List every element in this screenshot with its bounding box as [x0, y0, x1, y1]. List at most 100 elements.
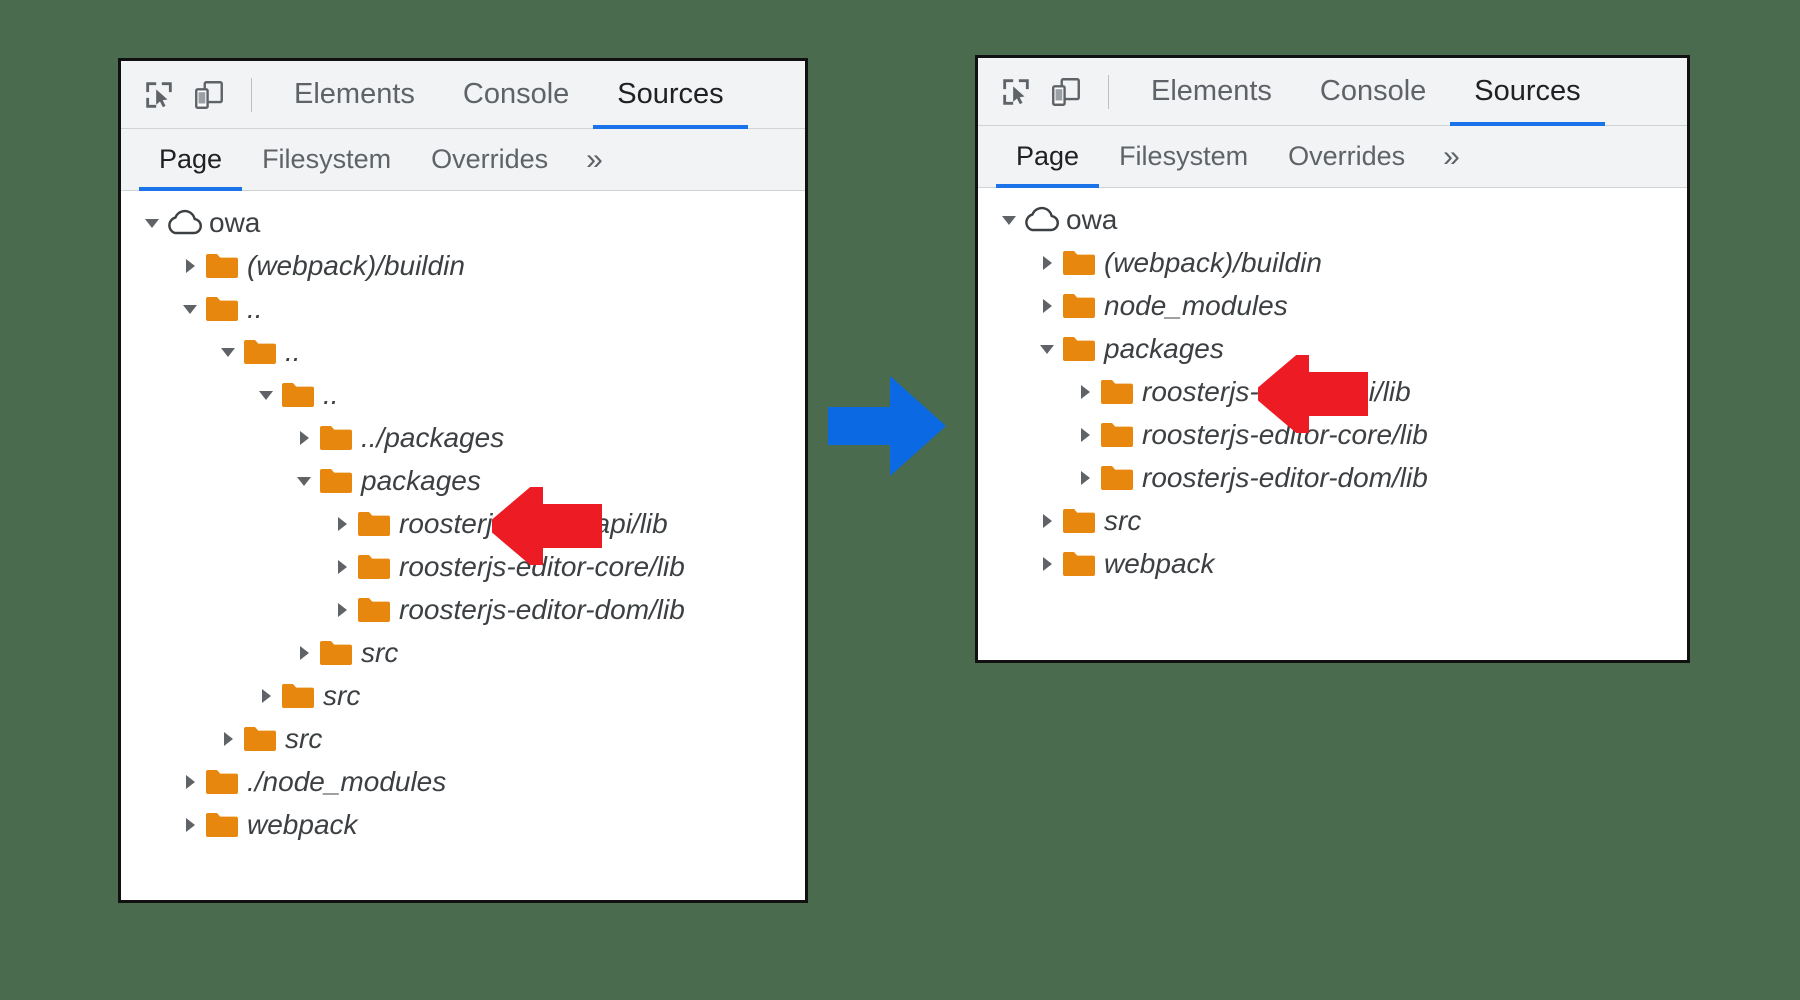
more-tabs-chevron-icon[interactable]: »: [1425, 126, 1478, 187]
tree-row[interactable]: ..: [121, 373, 805, 416]
folder-icon: [1060, 292, 1098, 320]
tree-row-label: webpack: [247, 809, 358, 841]
triangle-right-icon[interactable]: [1034, 297, 1060, 315]
tree-row[interactable]: src: [121, 674, 805, 717]
triangle-right-icon[interactable]: [291, 644, 317, 662]
triangle-down-icon[interactable]: [139, 214, 165, 232]
inspect-cursor-icon[interactable]: [996, 72, 1036, 112]
tab-sources[interactable]: Sources: [1450, 58, 1604, 125]
tree-row[interactable]: owa: [978, 198, 1687, 241]
tree-row[interactable]: src: [978, 499, 1687, 542]
triangle-down-icon[interactable]: [996, 211, 1022, 229]
folder-icon: [279, 682, 317, 710]
triangle-right-icon[interactable]: [177, 816, 203, 834]
triangle-down-icon[interactable]: [291, 472, 317, 490]
subtab-overrides[interactable]: Overrides: [411, 129, 568, 190]
triangle-down-icon[interactable]: [177, 300, 203, 318]
tree-row-label: src: [285, 723, 322, 755]
folder-icon: [1060, 550, 1098, 578]
triangle-right-icon[interactable]: [177, 257, 203, 275]
triangle-right-icon[interactable]: [1034, 555, 1060, 573]
tree-row[interactable]: roosterjs-editor-core/lib: [121, 545, 805, 588]
subtab-page[interactable]: Page: [139, 129, 242, 190]
tree-row[interactable]: (webpack)/buildin: [121, 244, 805, 287]
tree-row-label: packages: [361, 465, 481, 497]
tree-row[interactable]: roosterjs-editor-dom/lib: [121, 588, 805, 631]
tree-row[interactable]: ..: [121, 330, 805, 373]
devtools-panel-after: Elements Console Sources Page Filesystem…: [975, 55, 1690, 663]
devtools-tab-list: Elements Console Sources: [1127, 58, 1605, 125]
triangle-right-icon[interactable]: [1034, 254, 1060, 272]
triangle-down-icon[interactable]: [215, 343, 241, 361]
tab-console[interactable]: Console: [439, 61, 593, 128]
tree-row-label: packages: [1104, 333, 1224, 365]
tree-row[interactable]: webpack: [121, 803, 805, 846]
device-toolbar-icon[interactable]: [1046, 72, 1086, 112]
folder-icon: [1098, 378, 1136, 406]
subtab-filesystem[interactable]: Filesystem: [1099, 126, 1268, 187]
tab-elements[interactable]: Elements: [1127, 58, 1296, 125]
folder-icon: [317, 639, 355, 667]
devtools-panel-before: Elements Console Sources Page Filesystem…: [118, 58, 808, 903]
subtab-filesystem[interactable]: Filesystem: [242, 129, 411, 190]
tree-row[interactable]: roosterjs-editor-api/lib: [978, 370, 1687, 413]
tree-row[interactable]: ./node_modules: [121, 760, 805, 803]
triangle-right-icon[interactable]: [1072, 383, 1098, 401]
device-toolbar-icon[interactable]: [189, 75, 229, 115]
triangle-right-icon[interactable]: [1072, 469, 1098, 487]
tree-row[interactable]: packages: [121, 459, 805, 502]
triangle-right-icon[interactable]: [215, 730, 241, 748]
more-tabs-chevron-icon[interactable]: »: [568, 129, 621, 190]
triangle-right-icon[interactable]: [1034, 512, 1060, 530]
folder-icon: [317, 467, 355, 495]
triangle-right-icon[interactable]: [329, 601, 355, 619]
triangle-right-icon[interactable]: [329, 515, 355, 533]
tree-row-label: owa: [1066, 204, 1117, 236]
triangle-right-icon[interactable]: [329, 558, 355, 576]
triangle-right-icon[interactable]: [177, 773, 203, 791]
tree-row[interactable]: packages: [978, 327, 1687, 370]
folder-icon: [1060, 335, 1098, 363]
inspect-cursor-icon[interactable]: [139, 75, 179, 115]
folder-icon: [1060, 507, 1098, 535]
tree-row[interactable]: ..: [121, 287, 805, 330]
triangle-right-icon[interactable]: [1072, 426, 1098, 444]
tree-row[interactable]: ../packages: [121, 416, 805, 459]
tree-row[interactable]: webpack: [978, 542, 1687, 585]
tree-row-label: roosterjs-editor-dom/lib: [1142, 462, 1428, 494]
tree-row-label: src: [1104, 505, 1141, 537]
triangle-right-icon[interactable]: [253, 687, 279, 705]
tree-row[interactable]: roosterjs-editor-core/lib: [978, 413, 1687, 456]
triangle-down-icon[interactable]: [1034, 340, 1060, 358]
tree-row[interactable]: src: [121, 631, 805, 674]
tree-row-label: node_modules: [1104, 290, 1288, 322]
tree-row[interactable]: (webpack)/buildin: [978, 241, 1687, 284]
tree-row-label: (webpack)/buildin: [247, 250, 465, 282]
tab-elements[interactable]: Elements: [270, 61, 439, 128]
tree-row[interactable]: src: [121, 717, 805, 760]
tree-row[interactable]: roosterjs-editor-dom/lib: [978, 456, 1687, 499]
folder-icon: [1098, 421, 1136, 449]
tree-row[interactable]: roosterjs-editor-api/lib: [121, 502, 805, 545]
tree-row-label: owa: [209, 207, 260, 239]
subtab-overrides[interactable]: Overrides: [1268, 126, 1425, 187]
subtab-page[interactable]: Page: [996, 126, 1099, 187]
triangle-right-icon[interactable]: [291, 429, 317, 447]
devtools-tab-list: Elements Console Sources: [270, 61, 748, 128]
tree-row-label: roosterjs-editor-core/lib: [399, 551, 685, 583]
tree-row[interactable]: owa: [121, 201, 805, 244]
file-tree-after: owa (webpack)/buildin node_modules packages…: [978, 188, 1687, 660]
folder-icon: [355, 596, 393, 624]
tab-console[interactable]: Console: [1296, 58, 1450, 125]
toolbar-divider: [1108, 75, 1109, 109]
tree-row-label: roosterjs-editor-core/lib: [1142, 419, 1428, 451]
file-tree-before: owa(webpack)/buildin......../packagespac…: [121, 191, 805, 900]
screenshot-stage: Elements Console Sources Page Filesystem…: [0, 0, 1800, 1000]
tree-row-label: ..: [285, 336, 301, 368]
tree-row[interactable]: node_modules: [978, 284, 1687, 327]
sources-navigator-tabs: Page Filesystem Overrides »: [121, 129, 805, 191]
tree-row-label: (webpack)/buildin: [1104, 247, 1322, 279]
tree-row-label: ..: [247, 293, 263, 325]
tab-sources[interactable]: Sources: [593, 61, 747, 128]
triangle-down-icon[interactable]: [253, 386, 279, 404]
